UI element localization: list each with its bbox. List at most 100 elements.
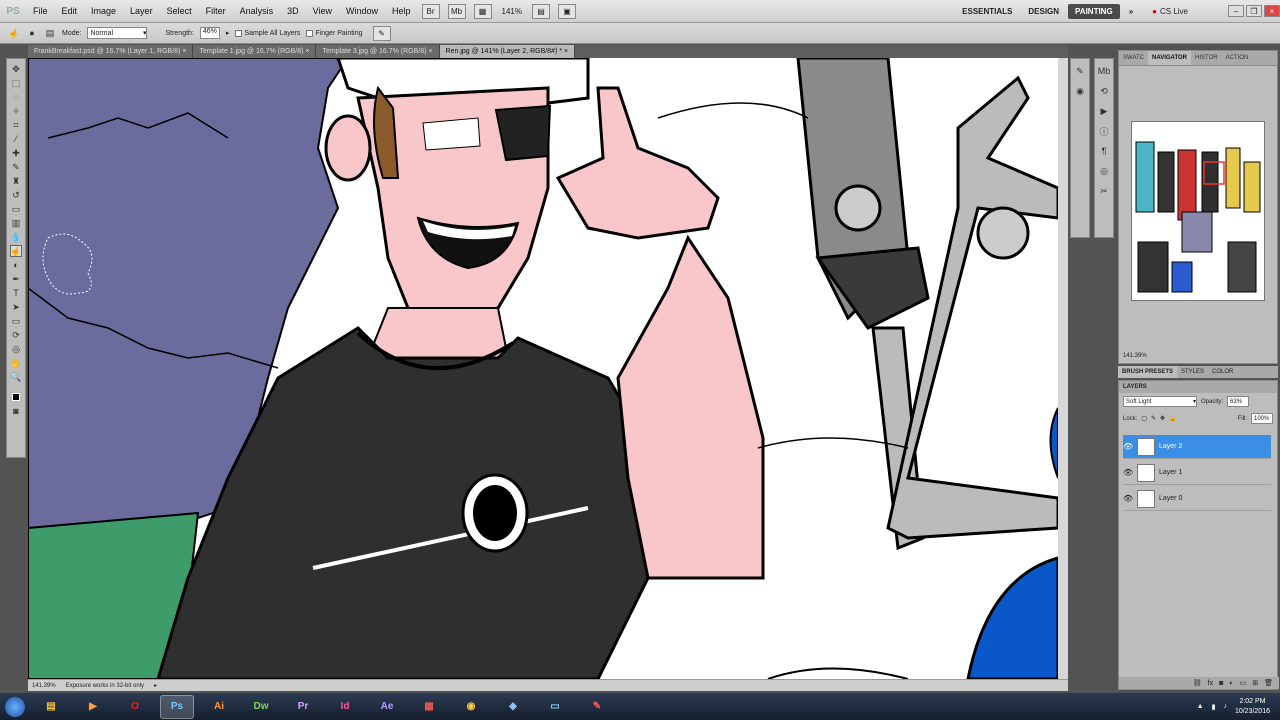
dreamweaver-icon[interactable]: Dw (244, 695, 278, 719)
more-workspaces-icon[interactable]: » (1122, 4, 1140, 19)
tab-color[interactable]: COLOR (1208, 366, 1237, 378)
layer-mask-icon[interactable]: ◙ (1219, 680, 1223, 687)
quick-select-tool-icon[interactable]: ✧ (10, 105, 22, 117)
mini-bridge-icon[interactable]: Mb (1098, 65, 1111, 77)
link-layers-icon[interactable]: ⛓ (1193, 679, 1202, 687)
close-button[interactable]: × (1264, 5, 1280, 17)
mode-select[interactable]: Normal ▾ (87, 27, 148, 39)
lock-position-icon[interactable]: ✥ (1160, 415, 1165, 422)
3d-rotate-tool-icon[interactable]: ⟳ (10, 329, 22, 341)
gradient-tool-icon[interactable]: ▥ (10, 217, 22, 229)
type-tool-icon[interactable]: T (10, 287, 22, 299)
cs-live-button[interactable]: ● CS Live (1152, 7, 1188, 16)
layer-style-icon[interactable]: fx (1208, 680, 1213, 687)
status-zoom[interactable]: 141.39% (32, 683, 56, 689)
brush-preset-icon[interactable]: ● (26, 27, 38, 39)
menu-image[interactable]: Image (84, 6, 123, 16)
eyedropper-tool-icon[interactable]: ⁄ (10, 133, 22, 145)
layer-row-layer-0[interactable]: 👁 Layer 0 (1123, 487, 1271, 511)
close-icon[interactable]: × (305, 48, 309, 55)
minimize-button[interactable]: – (1228, 5, 1244, 17)
color-swatches-icon[interactable] (10, 391, 22, 403)
menu-filter[interactable]: Filter (199, 6, 233, 16)
crop-tool-icon[interactable]: ⌗ (10, 119, 22, 131)
tab-navigator[interactable]: NAVIGATOR (1148, 51, 1192, 65)
finger-painting-checkbox[interactable]: Finger Painting (306, 29, 363, 37)
layer-row-layer-2[interactable]: 👁 Layer 2 (1123, 435, 1271, 459)
menu-analysis[interactable]: Analysis (233, 6, 281, 16)
workspace-painting[interactable]: PAINTING (1068, 3, 1120, 19)
healing-tool-icon[interactable]: ✚ (10, 147, 22, 159)
masks-icon[interactable]: ◎ (1098, 165, 1110, 177)
zoom-level[interactable]: 141% (502, 7, 522, 16)
mini-bridge-icon[interactable]: Mb (447, 3, 466, 19)
tray-arrow-icon[interactable]: ▲ (1197, 703, 1204, 710)
delete-layer-icon[interactable]: 🗑 (1264, 679, 1273, 687)
zoom-tool-icon[interactable]: 🔍 (10, 371, 22, 383)
explorer-icon[interactable]: ▤ (34, 695, 68, 719)
menu-view[interactable]: View (306, 6, 339, 16)
indesign-icon[interactable]: Id (328, 695, 362, 719)
quick-mask-icon[interactable]: ◙ (10, 405, 22, 417)
lock-transparent-icon[interactable]: ▢ (1141, 415, 1147, 422)
after-effects-icon[interactable]: Ae (370, 695, 404, 719)
media-player-icon[interactable]: ▶ (76, 695, 110, 719)
3d-orbit-tool-icon[interactable]: ◎ (10, 343, 22, 355)
volume-icon[interactable]: ♪ (1223, 703, 1227, 710)
path-select-tool-icon[interactable]: ➤ (10, 301, 22, 313)
clock[interactable]: 2:02 PM 10/23/2016 (1235, 697, 1270, 717)
menu-edit[interactable]: Edit (55, 6, 85, 16)
workspace-design[interactable]: DESIGN (1021, 4, 1066, 19)
smudge-tool-icon[interactable]: ☝ (8, 27, 20, 39)
doc-tab-template1[interactable]: Template 1.jpg @ 16.7% (RGB/8) × (193, 45, 317, 58)
lock-all-icon[interactable]: 🔒 (1169, 415, 1176, 422)
eye-icon[interactable]: 👁 (1123, 442, 1133, 451)
menu-select[interactable]: Select (160, 6, 199, 16)
tab-history[interactable]: HISTOR (1191, 51, 1222, 65)
app-icon[interactable]: ◈ (496, 695, 530, 719)
tool-presets-icon[interactable]: ✂ (1098, 185, 1110, 197)
menu-layer[interactable]: Layer (123, 6, 160, 16)
tab-brush-presets[interactable]: BRUSH PRESETS (1118, 366, 1178, 378)
doc-tab-template3[interactable]: Template 3.jpg @ 16.7% (RGB/8) × (316, 45, 440, 58)
screen-mode-icon[interactable]: ▣ (557, 3, 576, 19)
history-brush-tool-icon[interactable]: ↺ (10, 189, 22, 201)
arrange-documents-icon[interactable]: ▤ (531, 3, 550, 19)
menu-window[interactable]: Window (339, 6, 385, 16)
clone-stamp-tool-icon[interactable]: ♜ (10, 175, 22, 187)
opera-icon[interactable]: O (118, 695, 152, 719)
menu-file[interactable]: File (26, 6, 55, 16)
blur-tool-icon[interactable]: 💧 (10, 231, 22, 243)
eraser-tool-icon[interactable]: ▭ (10, 203, 22, 215)
layers-title[interactable]: LAYERS (1119, 381, 1277, 393)
actions-icon[interactable]: ▶ (1098, 105, 1110, 117)
doc-tab-frankbreakfast[interactable]: FrankBreakfast.psd @ 16.7% (Layer 1, RGB… (28, 45, 194, 58)
premiere-icon[interactable]: Pr (286, 695, 320, 719)
tab-swatches[interactable]: SWATC (1119, 51, 1148, 65)
hand-tool-icon[interactable]: ✋ (10, 357, 22, 369)
move-tool-icon[interactable]: ✥ (10, 63, 22, 75)
menu-help[interactable]: Help (385, 6, 418, 16)
view-extras-icon[interactable]: ▦ (473, 3, 492, 19)
history-icon[interactable]: ⟲ (1098, 85, 1110, 97)
archive-icon[interactable]: ▦ (412, 695, 446, 719)
tablet-pressure-icon[interactable]: ✎ (372, 25, 391, 41)
brush-panel-icon[interactable]: ✎ (1074, 65, 1086, 77)
close-icon[interactable]: × (428, 48, 432, 55)
tab-styles[interactable]: STYLES (1177, 366, 1208, 378)
opacity-input[interactable]: 63% (1227, 396, 1250, 407)
illustrator-icon[interactable]: Ai (202, 695, 236, 719)
pen-tool-icon[interactable]: ✒ (10, 273, 22, 285)
fill-input[interactable]: 100% (1251, 413, 1273, 424)
new-layer-icon[interactable]: ⊞ (1252, 679, 1258, 687)
marquee-tool-icon[interactable]: ⬚ (10, 77, 22, 89)
workspace-essentials[interactable]: ESSENTIALS (955, 4, 1019, 19)
status-menu-icon[interactable]: ▸ (154, 682, 157, 689)
screen-icon[interactable]: ▭ (538, 695, 572, 719)
menu-3d[interactable]: 3D (280, 6, 306, 16)
navigator-zoom[interactable]: 141.39% (1123, 353, 1147, 359)
paragraph-icon[interactable]: ¶ (1098, 145, 1110, 157)
start-button[interactable] (0, 693, 30, 720)
strength-input[interactable]: 46% (199, 27, 220, 39)
strength-slider-icon[interactable]: ▸ (226, 29, 230, 37)
